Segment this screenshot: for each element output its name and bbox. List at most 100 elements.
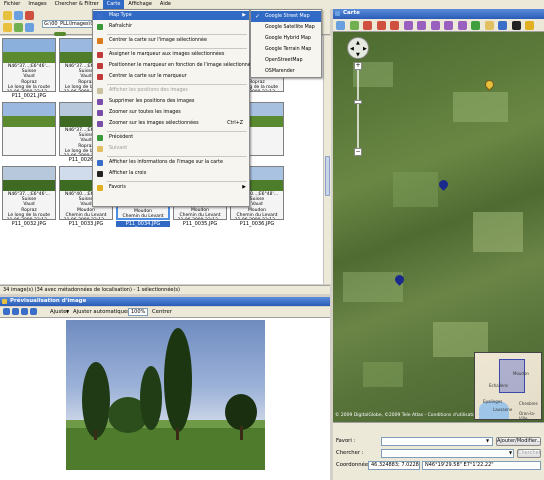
refresh-icon[interactable] (14, 23, 23, 32)
carte-menu-item[interactable]: Supprimer les positions des images (93, 97, 249, 106)
marker-icon[interactable] (363, 21, 372, 30)
coords-decimal-field[interactable]: 46.324883; 7.022839 (368, 461, 420, 470)
zoom-select[interactable]: 100% (128, 308, 148, 316)
map-type-label: OpenStreetMap (265, 58, 303, 63)
carte-menu-item[interactable]: Favoris ▶ (93, 183, 249, 192)
thumbnail[interactable] (2, 102, 56, 156)
menu-item-label: Rafraîchir (109, 24, 133, 29)
favorite-icon[interactable] (525, 21, 534, 30)
first-icon[interactable] (3, 308, 10, 315)
favori-dropdown-icon[interactable]: ▼ (486, 438, 489, 443)
folder-icon[interactable] (3, 23, 12, 32)
carte-menu-item[interactable]: Centrer la carte sur le marqueur (93, 72, 249, 81)
thumbnail-metadata: N46°37...;E6°46'...SuisseVaudRoprazLe lo… (3, 191, 55, 219)
thumbnail[interactable]: N46°37...;E6°46'...SuisseVaudRoprazLe lo… (2, 38, 56, 92)
map-type-item[interactable]: Google Hybrid Map (251, 33, 321, 44)
previous-icon[interactable] (12, 308, 19, 315)
zoom-out-button[interactable]: − (354, 148, 362, 156)
open-folder-icon[interactable] (3, 11, 12, 20)
menu-separator (107, 34, 247, 35)
photo-icon[interactable] (417, 21, 426, 30)
scroll-thumb[interactable] (325, 156, 330, 196)
info-icon[interactable] (498, 21, 507, 30)
carte-menu-item[interactable]: Positionner le marqueur en fonction de l… (93, 61, 254, 70)
menu-2[interactable]: Chercher & Filtrer (51, 0, 103, 9)
coords-dms-field[interactable]: N46°19'29.58" E7°1'22.22" (422, 461, 541, 470)
menu-5[interactable]: Aide (156, 0, 175, 9)
favori-select[interactable] (381, 437, 493, 446)
menu-0[interactable]: Fichier (0, 0, 24, 9)
settings-icon[interactable] (349, 21, 359, 30)
thumbnail-image (3, 103, 55, 127)
image-position-marker[interactable] (437, 178, 450, 191)
photos-icon[interactable] (430, 21, 440, 30)
carte-menu-item[interactable]: Map Type ▶ (93, 11, 249, 20)
last-icon[interactable] (30, 308, 37, 315)
menu-separator (107, 48, 247, 49)
carte-menu-item[interactable]: Précédent (93, 133, 249, 142)
crosshair-icon[interactable] (511, 21, 521, 30)
chercher-button[interactable]: Chercher (517, 449, 541, 458)
thumbnail-filename: P11_0033.JPG (68, 221, 104, 227)
menu-3[interactable]: Carte (102, 0, 125, 9)
chercher-dropdown-icon[interactable]: ▼ (509, 450, 512, 455)
pan-up-icon[interactable]: ▲ (356, 40, 360, 46)
carte-menu-item[interactable]: Afficher les positions des images (93, 86, 249, 95)
minimap-place-label: Chexbres (519, 401, 538, 406)
marker-remove-icon[interactable] (390, 21, 399, 30)
map-type-item[interactable]: Google Terrain Map (251, 44, 321, 55)
zoom-selection-icon[interactable] (457, 21, 467, 30)
carte-menu-item[interactable]: Zoomer sur toutes les images (93, 108, 249, 117)
menu-4[interactable]: Affichage (124, 0, 156, 9)
marker-add-icon[interactable] (376, 21, 386, 30)
center-button[interactable]: Centrer (152, 309, 172, 315)
minimap-place-label: Lausanne (493, 407, 513, 412)
zoom-icon[interactable] (444, 21, 453, 30)
next-icon[interactable] (21, 308, 28, 315)
menu-1[interactable]: Images (24, 0, 50, 9)
map-type-item[interactable]: Google Satellite Map (251, 22, 321, 33)
carte-menu-item[interactable]: Zoomer sur les images sélectionnées Ctrl+… (93, 119, 249, 128)
thumbnail-filename: P11_0035.JPG (182, 221, 218, 227)
thumbnail-scrollbar[interactable] (323, 36, 331, 284)
previous-icon[interactable] (471, 21, 480, 30)
minimap-place-label: Moudon (513, 371, 529, 376)
thumbnail[interactable]: N46°37...;E6°46'...SuisseVaudRoprazLe lo… (2, 166, 56, 220)
menu-item-label: Assigner le marqueur aux images sélectio… (109, 52, 225, 57)
carte-menu-item[interactable]: Suivant (93, 144, 249, 153)
check-icon: ✓ (255, 13, 261, 20)
zoom-slider[interactable] (357, 70, 359, 152)
map-type-item[interactable]: ✓ Google Street Map (251, 11, 321, 22)
map-marker[interactable] (483, 78, 496, 91)
metadata-line: 11.06.2009 23:13... (118, 219, 168, 220)
pan-control[interactable]: ▲ ▼ ◀ ▶ (347, 37, 369, 59)
map-view-icon[interactable] (336, 21, 345, 30)
pan-right-icon[interactable]: ▶ (363, 46, 367, 52)
carte-menu-item[interactable]: Afficher les informations de l'image sur… (93, 158, 249, 167)
fit-dropdown-icon[interactable]: ▼ (66, 309, 69, 314)
arrow-up-icon[interactable] (25, 23, 34, 32)
metadata-line: 11.06.2009 23:13... (3, 218, 55, 219)
pan-left-icon[interactable]: ◀ (350, 46, 354, 52)
zoom-in-button[interactable]: + (354, 62, 362, 70)
map-type-item[interactable]: OSMarender (251, 66, 321, 77)
track-icon[interactable] (403, 21, 413, 30)
minimap-place-label: Epalinges (483, 399, 503, 404)
chercher-input[interactable] (381, 449, 514, 458)
map-type-submenu: ✓ Google Street Map Google Satellite Map Go… (250, 9, 322, 78)
next-icon[interactable] (484, 21, 494, 30)
delete-icon[interactable] (25, 11, 34, 20)
save-icon[interactable] (14, 11, 23, 20)
zoom-slider-thumb[interactable] (354, 100, 362, 104)
path-input[interactable]: G:\00_PLL\Images\00 (42, 20, 96, 28)
carte-menu-item[interactable]: Assigner le marqueur aux images sélectio… (93, 50, 249, 59)
map-field (343, 272, 403, 302)
add-modify-button[interactable]: Ajouter/Modifier... (496, 437, 541, 446)
carte-menu-item[interactable]: Rafraîchir (93, 22, 249, 31)
map-type-item[interactable]: OpenStreetMap (251, 55, 321, 66)
carte-menu-item[interactable]: Centrer la carte sur l'image sélectionné… (93, 36, 249, 45)
carte-menu-item[interactable]: Afficher la croix (93, 169, 249, 178)
overview-map[interactable]: Moudon Echallens Epalinges Lausanne Chexbres… (474, 352, 542, 420)
map-header: Carte (333, 9, 544, 19)
pan-down-icon[interactable]: ▼ (356, 52, 360, 58)
